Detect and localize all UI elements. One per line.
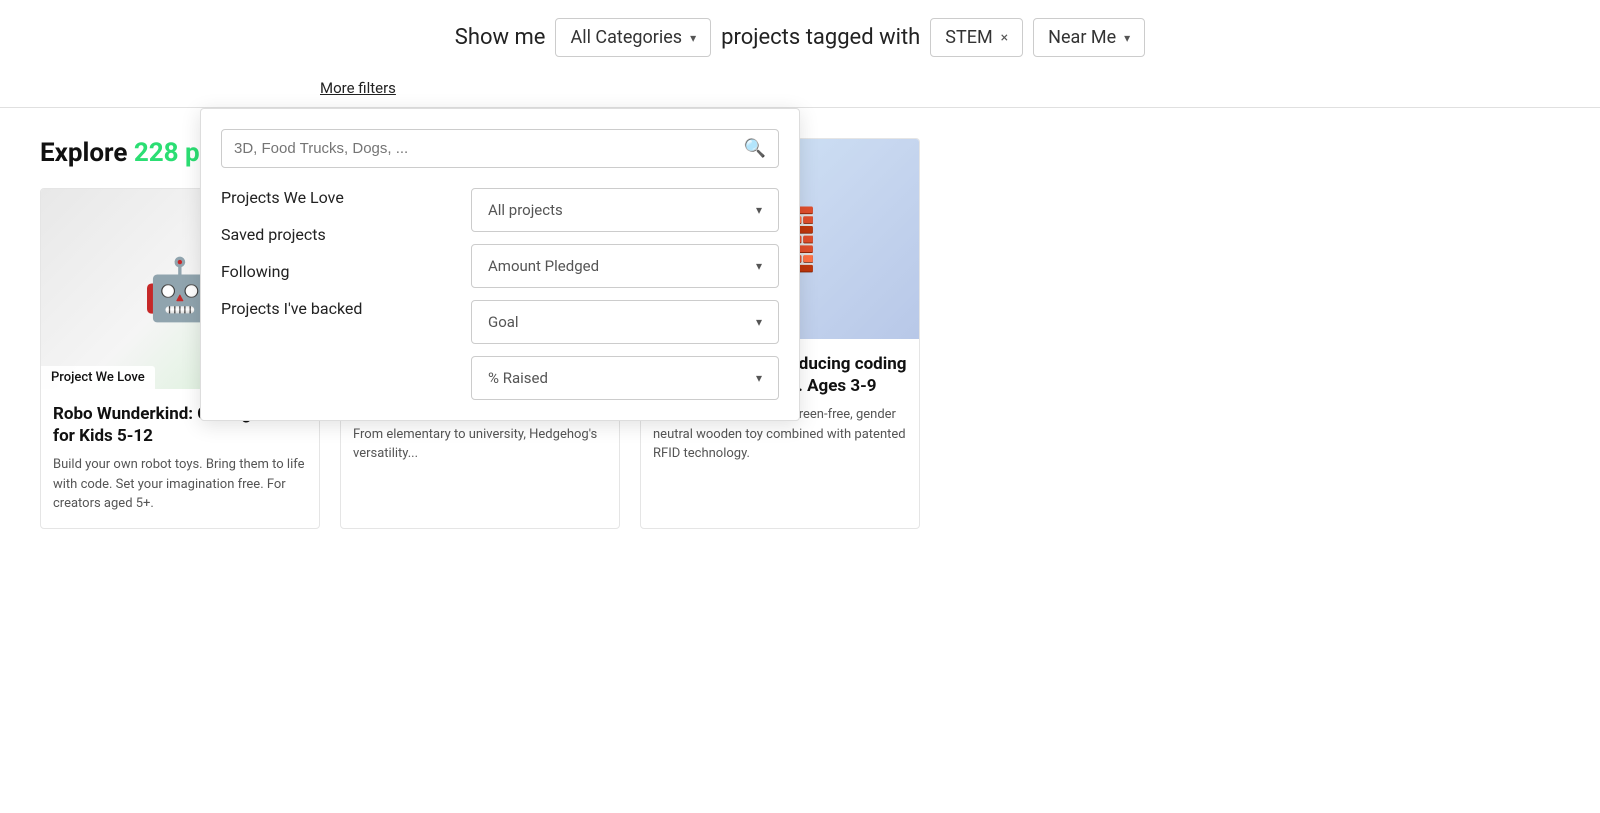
sort-dropdown-amount-pledged[interactable]: Amount Pledged ▾	[471, 244, 779, 288]
sort-label-all-projects: All projects	[488, 201, 563, 219]
more-filters-bar: More filters	[0, 69, 1600, 97]
sort-dropdowns: All projects ▾ Amount Pledged ▾ Goal ▾ %…	[471, 188, 779, 400]
dropdown-search-input[interactable]	[234, 140, 744, 157]
show-me-label: Show me	[455, 25, 546, 50]
near-me-dropdown-arrow: ▾	[1124, 31, 1130, 45]
sort-arrow-goal: ▾	[756, 315, 762, 329]
filter-option-projects-we-love[interactable]: Projects We Love	[221, 188, 441, 207]
explore-prefix: Explore	[40, 138, 134, 168]
sort-arrow-percent-raised: ▾	[756, 371, 762, 385]
sort-dropdown-goal[interactable]: Goal ▾	[471, 300, 779, 344]
filter-option-following[interactable]: Following	[221, 262, 441, 281]
stem-tag-label: STEM	[945, 27, 992, 48]
near-me-dropdown[interactable]: Near Me ▾	[1033, 18, 1145, 57]
category-dropdown[interactable]: All Categories ▾	[555, 18, 711, 57]
filter-options-list: Projects We Love Saved projects Followin…	[221, 188, 441, 400]
stem-tag[interactable]: STEM ×	[930, 18, 1023, 57]
stem-tag-close[interactable]: ×	[1001, 30, 1008, 46]
filter-option-backed[interactable]: Projects I've backed	[221, 299, 441, 318]
card-desc-1: Build your own robot toys. Bring them to…	[53, 455, 307, 514]
dropdown-search-bar: 🔍	[221, 129, 779, 168]
main-content: Explore 228 projects 🤖 Project We Love R…	[0, 108, 1600, 529]
sort-dropdown-percent-raised[interactable]: % Raised ▾	[471, 356, 779, 400]
sort-arrow-all-projects: ▾	[756, 203, 762, 217]
projects-tagged-text: projects tagged with	[721, 25, 920, 50]
dropdown-overlay: 🔍 Projects We Love Saved projects Follow…	[200, 108, 800, 421]
near-me-dropdown-label: Near Me	[1048, 27, 1116, 48]
more-filters-link[interactable]: More filters	[320, 79, 396, 97]
sort-dropdown-all-projects[interactable]: All projects ▾	[471, 188, 779, 232]
category-dropdown-label: All Categories	[570, 27, 682, 48]
card-badge-1: Project We Love	[41, 366, 155, 389]
dropdown-body: Projects We Love Saved projects Followin…	[221, 188, 779, 400]
sort-label-goal: Goal	[488, 313, 519, 331]
sort-label-percent-raised: % Raised	[488, 369, 548, 387]
sort-label-amount-pledged: Amount Pledged	[488, 257, 599, 275]
category-dropdown-arrow: ▾	[690, 31, 696, 45]
search-icon[interactable]: 🔍	[744, 138, 766, 159]
filter-option-saved-projects[interactable]: Saved projects	[221, 225, 441, 244]
filter-bar: Show me All Categories ▾ projects tagged…	[0, 0, 1600, 69]
sort-arrow-amount-pledged: ▾	[756, 259, 762, 273]
